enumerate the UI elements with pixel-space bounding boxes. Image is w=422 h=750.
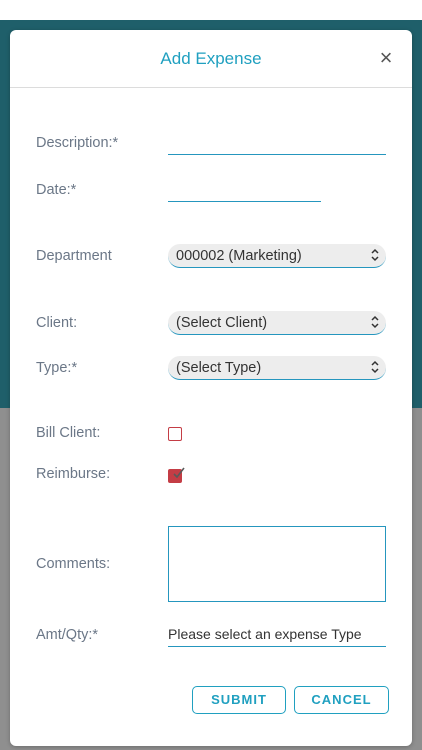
- close-icon[interactable]: ×: [376, 47, 396, 69]
- client-label: Client:: [36, 315, 78, 331]
- bill-client-checkbox[interactable]: [168, 427, 182, 441]
- client-select-value: (Select Client): [176, 315, 268, 331]
- chevron-up-down-icon: [371, 360, 379, 374]
- description-label: Description:*: [36, 135, 119, 151]
- client-select[interactable]: (Select Client): [168, 311, 386, 335]
- department-label: Department: [36, 248, 112, 264]
- chevron-up-down-icon: [371, 248, 379, 262]
- reimburse-label: Reimburse:: [36, 466, 111, 482]
- comments-label: Comments:: [36, 556, 111, 572]
- comments-textarea[interactable]: [168, 526, 386, 602]
- cancel-button[interactable]: CANCEL: [294, 686, 389, 714]
- submit-button[interactable]: SUBMIT: [192, 686, 286, 714]
- modal-header: Add Expense ×: [10, 30, 412, 88]
- department-select-value: 000002 (Marketing): [176, 248, 302, 264]
- amt-qty-field[interactable]: Please select an expense Type: [168, 626, 386, 647]
- chevron-up-down-icon: [371, 315, 379, 329]
- type-select[interactable]: (Select Type): [168, 356, 386, 380]
- modal-title: Add Expense: [160, 49, 262, 68]
- description-input[interactable]: [168, 132, 386, 155]
- type-label: Type:*: [36, 360, 78, 376]
- status-bar-area: [0, 0, 422, 20]
- type-select-value: (Select Type): [176, 360, 262, 376]
- bill-client-label: Bill Client:: [36, 425, 101, 441]
- amt-qty-label: Amt/Qty:*: [36, 627, 99, 643]
- department-select[interactable]: 000002 (Marketing): [168, 244, 386, 268]
- date-label: Date:*: [36, 182, 77, 198]
- add-expense-modal: Add Expense × Description:* Date:* Depar…: [10, 30, 412, 746]
- date-input[interactable]: [168, 179, 321, 202]
- check-icon: [173, 467, 185, 479]
